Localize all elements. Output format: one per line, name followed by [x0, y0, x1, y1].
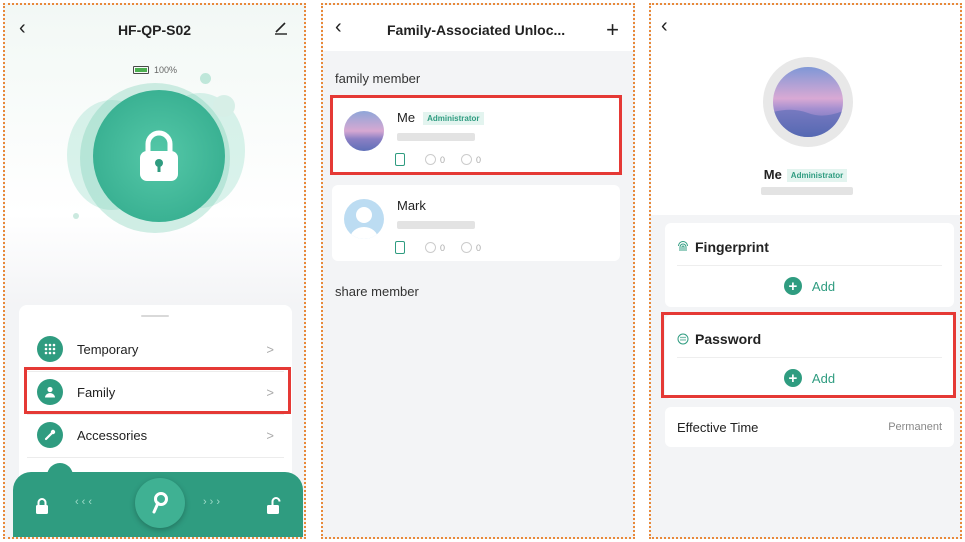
effective-time-row[interactable]: Effective Time Permanent	[665, 407, 954, 447]
menu-item-label: Accessories	[77, 427, 148, 443]
lock-hero: ‹ HF-QP-S02 100%	[5, 5, 304, 305]
redacted-info	[761, 187, 853, 195]
avatar	[344, 111, 384, 151]
unlock-slider-bar[interactable]: ‹‹‹ ›››	[13, 472, 303, 537]
share-section-label: share member	[335, 284, 419, 299]
administrator-badge: Administrator	[423, 112, 484, 126]
member-name: Me Administrator	[397, 110, 484, 126]
fingerprint-count: 0	[440, 154, 446, 165]
family-section-label: family member	[335, 71, 421, 86]
password-count: 0	[476, 154, 482, 165]
menu-item-family[interactable]: Family >	[27, 372, 284, 412]
plus-icon: +	[783, 277, 802, 295]
member-card-me[interactable]: Me Administrator 0 0	[332, 97, 620, 173]
lock-open-icon[interactable]	[266, 497, 282, 514]
fingerprint-card: Fingerprint + Add	[665, 223, 954, 307]
effective-time-value: Permanent	[888, 421, 942, 433]
phone-icon	[395, 153, 405, 166]
member-name-text: Me	[763, 167, 782, 182]
edit-icon[interactable]	[274, 21, 288, 35]
decor-dot	[213, 95, 235, 117]
lock-status-circle[interactable]	[93, 90, 225, 222]
unlock-list-header: ‹ Family-Associated Unloc... +	[323, 5, 633, 51]
add-label: Add	[811, 278, 836, 294]
divider	[27, 457, 284, 458]
key-button[interactable]	[135, 478, 185, 528]
member-card-mark[interactable]: Mark 0 0	[332, 185, 620, 261]
fingerprint-icon	[678, 241, 688, 251]
fingerprint-title-text: Fingerprint	[695, 239, 769, 255]
divider	[677, 265, 942, 266]
battery-indicator: 100%	[133, 65, 177, 75]
wrench-icon	[37, 422, 63, 448]
password-icon	[461, 242, 473, 253]
default-avatar-icon	[344, 199, 384, 239]
keypad-icon	[37, 336, 63, 362]
slide-right-arrows: ›››	[203, 496, 223, 508]
lock-device-screen: ‹ HF-QP-S02 100% Temporary > Family > Ac…	[3, 3, 306, 539]
add-password-button[interactable]: + Add	[665, 369, 954, 387]
device-title: HF-QP-S02	[117, 22, 192, 38]
add-member-icon[interactable]: +	[606, 17, 619, 43]
member-credentials: 0 0	[395, 153, 481, 166]
device-header: ‹ HF-QP-S02	[5, 17, 304, 43]
back-icon[interactable]: ‹	[335, 16, 342, 39]
sheet-handle[interactable]	[141, 315, 169, 317]
member-name: Mark	[397, 198, 426, 213]
fingerprint-title: Fingerprint	[677, 239, 769, 255]
effective-time-label: Effective Time	[677, 420, 759, 435]
padlock-icon	[140, 130, 178, 181]
menu-item-accessories[interactable]: Accessories >	[27, 415, 284, 455]
fingerprint-icon	[425, 154, 436, 165]
chevron-right-icon: >	[266, 384, 274, 400]
menu-item-temporary[interactable]: Temporary >	[27, 329, 284, 369]
member-name: Me Administrator	[651, 167, 960, 183]
password-title-text: Password	[695, 331, 762, 347]
key-icon	[152, 492, 168, 514]
menu-item-label: Family	[77, 384, 116, 400]
menu-item-label: Temporary	[77, 341, 139, 357]
member-name-text: Me	[397, 110, 416, 125]
fingerprint-icon	[425, 242, 436, 253]
plus-icon: +	[783, 369, 802, 387]
person-icon	[37, 379, 63, 405]
password-title: Password	[677, 331, 761, 347]
decor-dot	[73, 213, 79, 219]
add-label: Add	[811, 370, 836, 386]
add-fingerprint-button[interactable]: + Add	[665, 277, 954, 295]
chevron-right-icon: >	[266, 427, 274, 443]
slide-left-arrows: ‹‹‹	[75, 496, 95, 508]
fingerprint-count: 0	[440, 242, 446, 253]
password-icon	[461, 154, 473, 165]
unlock-list-title: Family-Associated Unloc...	[387, 22, 566, 38]
lock-closed-icon[interactable]	[35, 498, 49, 514]
administrator-badge: Administrator	[786, 169, 848, 183]
member-profile: ‹ Me Administrator	[651, 5, 960, 215]
battery-icon	[133, 66, 149, 74]
battery-label: 100%	[154, 65, 178, 75]
battery-level-bar	[135, 68, 147, 72]
password-card: Password + Add	[665, 315, 954, 399]
decor-dot	[200, 73, 211, 84]
back-icon[interactable]: ‹	[661, 15, 668, 38]
avatar	[763, 57, 853, 147]
password-count: 0	[476, 242, 482, 253]
member-detail-screen: ‹ Me Administrator Fingerprint + Add Pas…	[649, 3, 962, 539]
phone-icon	[395, 241, 405, 254]
family-unlock-screen: ‹ Family-Associated Unloc... + family me…	[321, 3, 635, 539]
chevron-right-icon: >	[266, 341, 274, 357]
member-credentials: 0 0	[395, 241, 481, 254]
divider	[677, 357, 942, 358]
redacted-info	[397, 221, 475, 229]
password-icon	[677, 333, 689, 345]
redacted-info	[397, 133, 475, 141]
